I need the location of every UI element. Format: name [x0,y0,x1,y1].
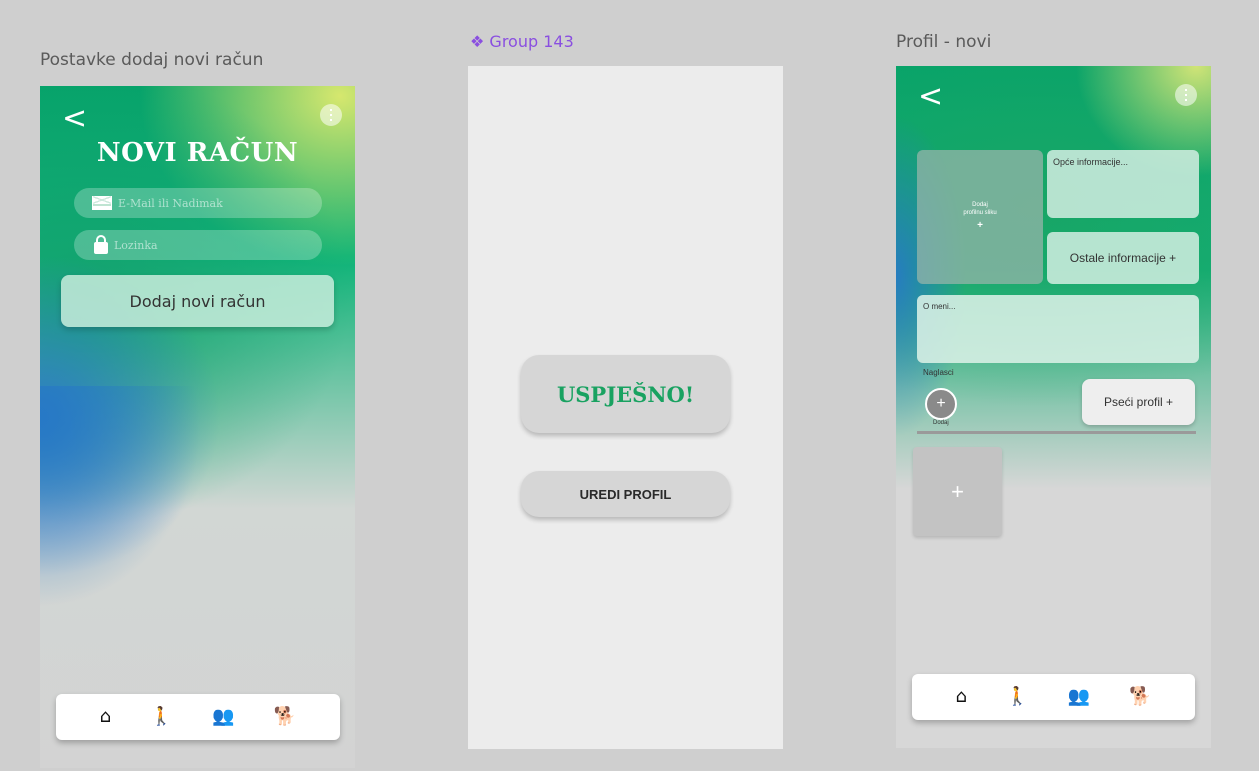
add-photo-label-line2: profilnu sliku [963,210,997,216]
bottom-navbar: ⌂ 🚶 👥 🐕 [56,694,340,740]
group-icon[interactable]: 👥 [1068,688,1090,706]
mail-icon [92,196,112,210]
lock-icon [94,235,108,254]
highlights-label: Naglasci [923,368,954,377]
dog-walker-icon[interactable]: 🚶 [150,708,172,726]
group-icon[interactable]: 👥 [212,708,234,726]
general-info-label: Opće informacije... [1053,157,1129,167]
email-field[interactable]: E-Mail ili Nadimak [74,188,322,218]
other-info-button[interactable]: Ostale informacije + [1047,232,1199,284]
page-title: NOVI RAČUN [96,138,299,168]
general-info-card[interactable]: Opće informacije... [1047,150,1199,218]
more-options-icon[interactable] [320,104,342,126]
password-placeholder: Lozinka [114,238,158,252]
about-me-label: O meni... [923,302,956,311]
frame-label-profile: Profil - novi [896,32,992,52]
divider [917,431,1196,434]
group-label: ❖ Group 143 [470,32,574,51]
add-photo-label-line1: Dodaj [972,201,988,208]
add-account-button[interactable]: Dodaj novi račun [61,275,334,327]
profile-screen: < Dodaj profilnu sliku + Opće informacij… [896,66,1211,748]
add-profile-photo-card[interactable]: Dodaj profilnu sliku + [917,150,1043,284]
new-account-screen: < NOVI RAČUN E-Mail ili Nadimak Lozinka … [40,86,355,768]
dog-icon[interactable]: 🐕 [274,708,296,726]
plus-icon: + [951,478,964,504]
plus-icon: + [977,220,983,232]
edit-profile-button[interactable]: UREDI PROFIL [521,471,730,517]
back-arrow-icon[interactable]: < [62,104,87,134]
back-arrow-icon[interactable]: < [918,82,943,112]
success-screen: USPJEŠNO! UREDI PROFIL [468,66,783,749]
add-post-tile[interactable]: + [913,447,1002,536]
dog-profile-button[interactable]: Pseći profil + [1082,379,1195,425]
add-highlight-button[interactable]: + [925,388,957,420]
other-info-label: Ostale informacije + [1069,251,1177,265]
home-icon[interactable]: ⌂ [956,688,967,706]
dog-walker-icon[interactable]: 🚶 [1006,688,1028,706]
frame-label-new-account: Postavke dodaj novi račun [40,50,264,70]
password-field[interactable]: Lozinka [74,230,322,260]
email-placeholder: E-Mail ili Nadimak [118,196,223,210]
home-icon[interactable]: ⌂ [100,708,111,726]
success-button[interactable]: USPJEŠNO! [521,355,730,433]
dog-icon[interactable]: 🐕 [1129,688,1151,706]
about-me-card[interactable]: O meni... [917,295,1199,363]
more-options-icon[interactable] [1175,84,1197,106]
add-highlight-label: Dodaj [933,420,949,426]
plus-icon: + [936,395,946,412]
bottom-navbar: ⌂ 🚶 👥 🐕 [912,674,1195,720]
